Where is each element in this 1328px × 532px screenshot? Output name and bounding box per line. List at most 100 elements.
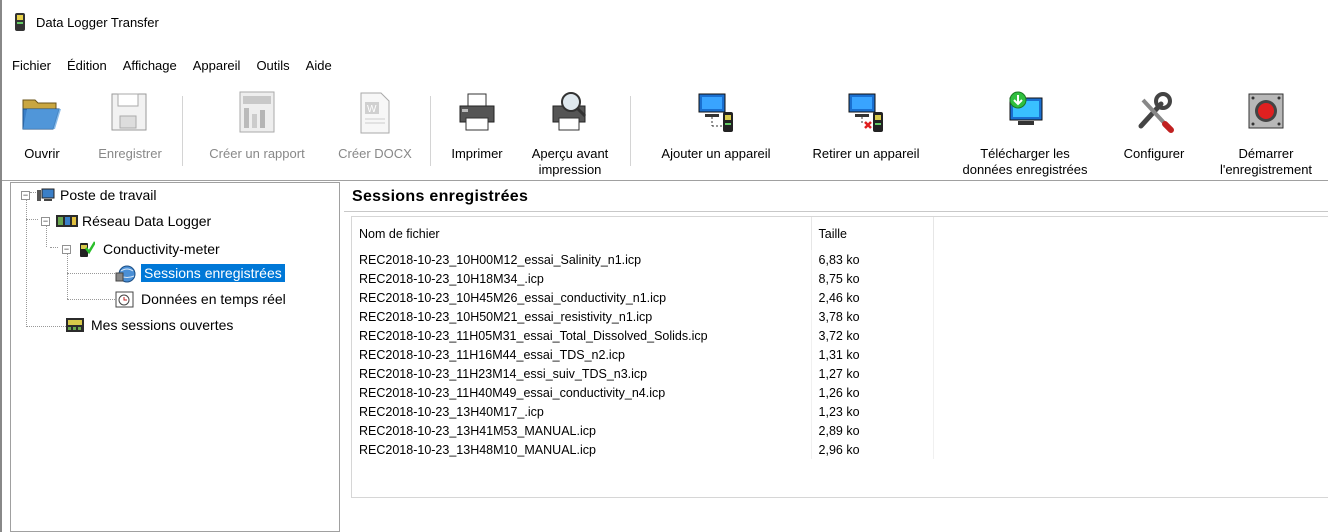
column-header-filename[interactable]: Nom de fichier: [352, 217, 812, 250]
table-row[interactable]: REC2018-10-23_11H40M49_essai_conductivit…: [352, 383, 1328, 402]
cell-filename: REC2018-10-23_10H50M21_essai_resistivity…: [352, 307, 812, 326]
table-row[interactable]: REC2018-10-23_10H50M21_essai_resistivity…: [352, 307, 1328, 326]
table-row[interactable]: REC2018-10-23_13H41M53_MANUAL.icp 2,89 ko: [352, 421, 1328, 440]
menu-outils[interactable]: Outils: [248, 58, 297, 78]
sessions-table-container[interactable]: Nom de fichier Taille REC2018-10-23_10H0…: [351, 216, 1328, 498]
cell-empty: [934, 421, 1328, 440]
cell-size: 1,26 ko: [811, 383, 935, 402]
tree-line: [50, 247, 58, 248]
tree-line: [67, 299, 115, 300]
cell-empty: [934, 383, 1328, 402]
create-report-label: Créer un rapport: [209, 146, 305, 161]
create-report-button[interactable]: Créer un rapport: [200, 88, 314, 180]
printer-icon: [459, 93, 495, 131]
table-row[interactable]: REC2018-10-23_11H16M44_essai_TDS_n2.icp 1…: [352, 345, 1328, 364]
cell-size: 6,83 ko: [811, 250, 935, 269]
table-row[interactable]: REC2018-10-23_13H40M17_.icp 1,23 ko: [352, 402, 1328, 421]
toolbar-separator: [182, 96, 183, 166]
cell-empty: [934, 440, 1328, 459]
add-device-button[interactable]: Ajouter un appareil: [646, 88, 786, 180]
toolbar-divider: [2, 180, 1328, 181]
tree-label-open-sessions: Mes sessions ouvertes: [91, 317, 234, 333]
table-row[interactable]: REC2018-10-23_13H48M10_MANUAL.icp 2,96 ko: [352, 440, 1328, 459]
word-document-icon: W: [360, 92, 390, 134]
menu-affichage[interactable]: Affichage: [115, 58, 185, 78]
cell-size: 1,31 ko: [811, 345, 935, 364]
cell-empty: [934, 402, 1328, 421]
add-device-label: Ajouter un appareil: [661, 146, 771, 161]
cell-empty: [934, 288, 1328, 307]
toolbar-separator: [630, 96, 631, 166]
cell-empty: [934, 345, 1328, 364]
cell-filename: REC2018-10-23_11H16M44_essai_TDS_n2.icp: [352, 345, 812, 364]
table-row[interactable]: REC2018-10-23_11H23M14_essi_suiv_TDS_n3.…: [352, 364, 1328, 383]
start-recording-button[interactable]: Démarrer l'enregistrement: [1204, 88, 1328, 180]
tree-node-device[interactable]: − Conductivity-meter: [62, 240, 220, 258]
print-preview-button[interactable]: Aperçu avant impression: [524, 88, 616, 180]
start-recording-label: Démarrer l'enregistrement: [1220, 146, 1312, 178]
cell-size: 2,89 ko: [811, 421, 935, 440]
table-row[interactable]: REC2018-10-23_11H05M31_essai_Total_Disso…: [352, 326, 1328, 345]
cell-empty: [934, 326, 1328, 345]
tree-node-open-sessions[interactable]: Mes sessions ouvertes: [65, 317, 233, 333]
cell-filename: REC2018-10-23_11H23M14_essi_suiv_TDS_n3.…: [352, 364, 812, 383]
print-button[interactable]: Imprimer: [442, 88, 512, 180]
report-icon: [239, 91, 275, 133]
collapse-toggle[interactable]: −: [62, 244, 71, 254]
menu-aide[interactable]: Aide: [298, 58, 340, 78]
cell-size: 8,75 ko: [811, 269, 935, 288]
menu-fichier[interactable]: Fichier: [12, 58, 59, 78]
table-row[interactable]: REC2018-10-23_10H45M26_essai_conductivit…: [352, 288, 1328, 307]
menu-edition[interactable]: Édition: [59, 58, 115, 78]
folder-open-icon: [22, 99, 61, 130]
app-window: Data Logger Transfer Fichier Édition Aff…: [0, 0, 1328, 532]
floppy-disk-icon: [111, 93, 147, 131]
svg-text:W: W: [367, 104, 377, 115]
cell-size: 2,96 ko: [811, 440, 935, 459]
cell-empty: [934, 269, 1328, 288]
download-recorded-data-label: Télécharger les données enregistrées: [962, 146, 1087, 178]
tree-label-device: Conductivity-meter: [103, 241, 220, 257]
download-recorded-data-button[interactable]: Télécharger les données enregistrées: [950, 88, 1100, 180]
tree-line: [26, 326, 66, 327]
collapse-toggle[interactable]: −: [41, 216, 50, 226]
menu-appareil[interactable]: Appareil: [185, 58, 249, 78]
create-docx-button[interactable]: W Créer DOCX: [334, 88, 416, 180]
start-recording-label-line1: Démarrer: [1238, 146, 1294, 161]
tree-label-sessions: Sessions enregistrées: [141, 264, 285, 282]
print-preview-label: Aperçu avant impression: [532, 146, 609, 178]
tree-node-poste[interactable]: − Poste de travail: [21, 187, 157, 203]
collapse-toggle[interactable]: −: [21, 190, 30, 200]
cell-filename: REC2018-10-23_13H40M17_.icp: [352, 402, 812, 421]
cell-size: 1,23 ko: [811, 402, 935, 421]
column-header-empty: [933, 217, 1328, 250]
table-row[interactable]: REC2018-10-23_10H18M34_.icp 8,75 ko: [352, 269, 1328, 288]
tree-line: [67, 273, 115, 274]
start-recording-label-line2: l'enregistrement: [1219, 162, 1313, 177]
print-label: Imprimer: [451, 146, 503, 161]
sessions-globe-icon: [115, 265, 136, 283]
configure-button[interactable]: Configurer: [1112, 88, 1196, 180]
create-docx-label: Créer DOCX: [338, 146, 412, 161]
cell-empty: [934, 307, 1328, 326]
table-header-row: Nom de fichier Taille: [352, 217, 1328, 250]
cell-size: 1,27 ko: [811, 364, 935, 383]
add-device-icon: [698, 93, 733, 132]
remove-device-button[interactable]: Retirer un appareil: [798, 88, 934, 180]
cell-size: 3,78 ko: [811, 307, 935, 326]
panel-title: Sessions enregistrées: [344, 182, 1328, 212]
column-header-size[interactable]: Taille: [811, 217, 935, 250]
tree-node-reseau[interactable]: − Réseau Data Logger: [41, 213, 211, 229]
remove-device-icon: [848, 93, 883, 132]
save-button[interactable]: Enregistrer: [90, 88, 170, 180]
tree-node-realtime[interactable]: Données en temps réel: [115, 290, 286, 308]
window-title: Data Logger Transfer: [36, 14, 159, 30]
data-logger-app-icon: [15, 13, 25, 31]
print-preview-icon: [552, 92, 587, 131]
open-button[interactable]: Ouvrir: [22, 88, 62, 180]
tree-node-sessions[interactable]: Sessions enregistrées: [115, 263, 285, 283]
open-sessions-icon: [66, 318, 84, 332]
configure-label: Configurer: [1123, 146, 1185, 161]
table-row[interactable]: REC2018-10-23_10H00M12_essai_Salinity_n1…: [352, 250, 1328, 269]
tree-line: [67, 251, 68, 299]
